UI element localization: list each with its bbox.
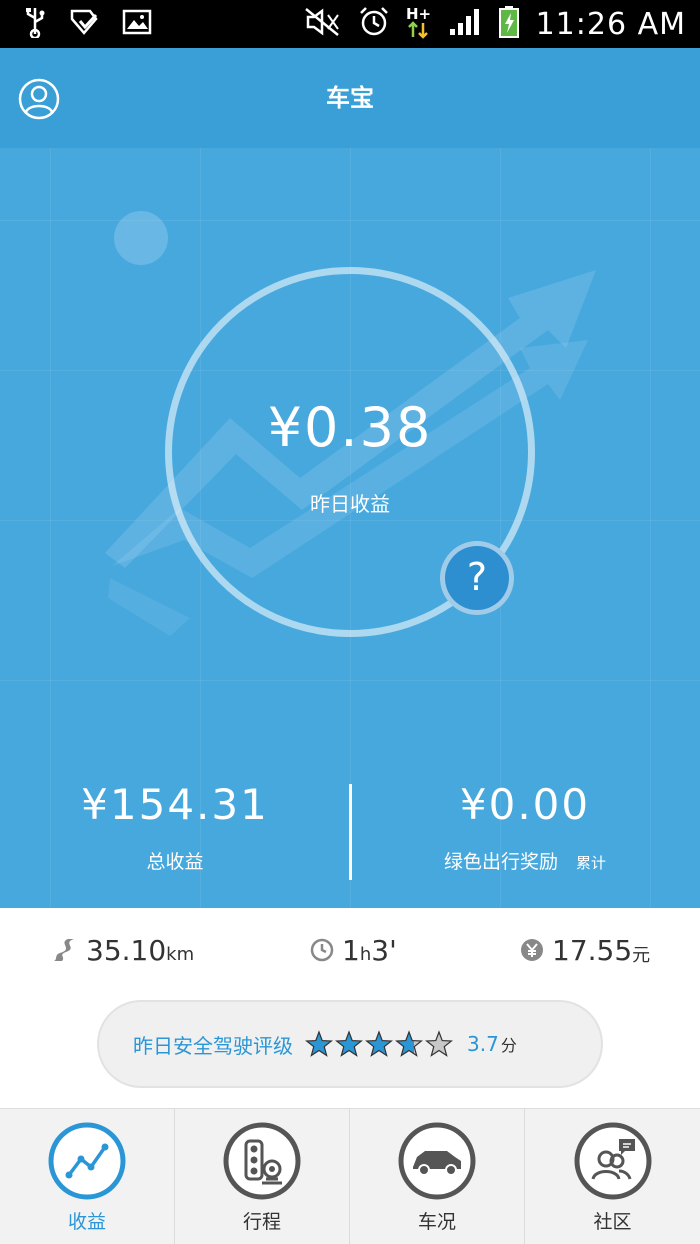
app-notification-icon (68, 7, 100, 41)
network-h-plus-icon: H+ (406, 5, 432, 43)
rating-star (425, 1030, 453, 1057)
green-reward-stat[interactable]: ¥0.00 绿色出行奖励 累计 (350, 780, 700, 874)
trip-metrics: 35.10 km 1 h 3' 17.55 元 (0, 908, 700, 988)
earnings-hero: ¥0.38 昨日收益 ? ¥154.31 总收益 ¥0.00 绿色出行奖励 累计 (0, 148, 700, 908)
distance-metric: 35.10 km (52, 930, 194, 970)
yesterday-earnings-amount: ¥0.38 (267, 396, 433, 459)
stars-icon (305, 1030, 453, 1057)
yuan-coin-icon (521, 939, 543, 961)
distance-unit: km (166, 943, 195, 965)
money-unit: 元 (632, 945, 651, 966)
alarm-icon (358, 6, 390, 42)
nav-item-earnings[interactable]: 收益 (0, 1109, 175, 1244)
green-reward-label-row: 绿色出行奖励 累计 (350, 847, 700, 874)
community-icon (574, 1122, 651, 1200)
duration-minutes: 3' (371, 933, 397, 967)
image-notification-icon (122, 9, 152, 39)
safe-driving-rating[interactable]: 昨日安全驾驶评级 3.7 分 (97, 1000, 603, 1088)
road-icon (54, 939, 74, 961)
status-time: 11:26 AM (535, 6, 686, 42)
nav-item-community[interactable]: 社区 (525, 1109, 700, 1244)
rating-score: 3.7 (467, 1032, 499, 1056)
money-metric: 17.55 元 (520, 930, 650, 970)
total-earnings-stat[interactable]: ¥154.31 总收益 (0, 780, 350, 874)
nav-label-community: 社区 (593, 1211, 632, 1233)
usb-icon (24, 6, 46, 42)
green-reward-label: 绿色出行奖励 (443, 851, 558, 873)
duration-hours: 1 (342, 933, 360, 967)
rating-star (335, 1030, 363, 1057)
bottom-navigation: 收益 行程 车况 社区 (0, 1108, 700, 1244)
rating-label: 昨日安全驾驶评级 (133, 1033, 293, 1058)
nav-label-earnings: 收益 (67, 1211, 106, 1233)
rating-unit: 分 (500, 1036, 517, 1055)
rating-star (365, 1030, 393, 1057)
nav-item-trips[interactable]: 行程 (175, 1109, 350, 1244)
duration-metric: 1 h 3' (310, 930, 397, 970)
nav-item-car-status[interactable]: 车况 (350, 1109, 525, 1244)
traffic-light-icon (223, 1122, 301, 1200)
money-value: 17.55 (552, 933, 633, 967)
total-earnings-label: 总收益 (146, 851, 204, 873)
help-button[interactable]: ? (440, 541, 514, 615)
status-bar: H+ 11:26 AM (0, 0, 700, 48)
yesterday-earnings-label: 昨日收益 (310, 492, 390, 516)
rating-star (395, 1030, 423, 1057)
svg-text:H+: H+ (406, 5, 431, 23)
total-earnings-amount: ¥154.31 (81, 780, 269, 829)
green-reward-amount: ¥0.00 (459, 780, 591, 829)
signal-icon (448, 7, 482, 41)
chart-trend-icon (48, 1122, 126, 1200)
app-header: 车宝 (0, 48, 700, 148)
nav-label-trips: 行程 (242, 1211, 281, 1233)
rating-star (305, 1030, 333, 1057)
battery-charging-icon (498, 5, 520, 43)
nav-label-car-status: 车况 (417, 1211, 456, 1233)
green-reward-cumulative-label: 累计 (576, 854, 607, 872)
rating-stars (305, 1030, 455, 1058)
car-icon (398, 1122, 476, 1200)
mute-icon (304, 7, 342, 41)
page-title: 车宝 (326, 84, 374, 112)
clock-icon (310, 938, 334, 962)
duration-hours-unit: h (359, 943, 372, 965)
distance-value: 35.10 (86, 933, 167, 967)
